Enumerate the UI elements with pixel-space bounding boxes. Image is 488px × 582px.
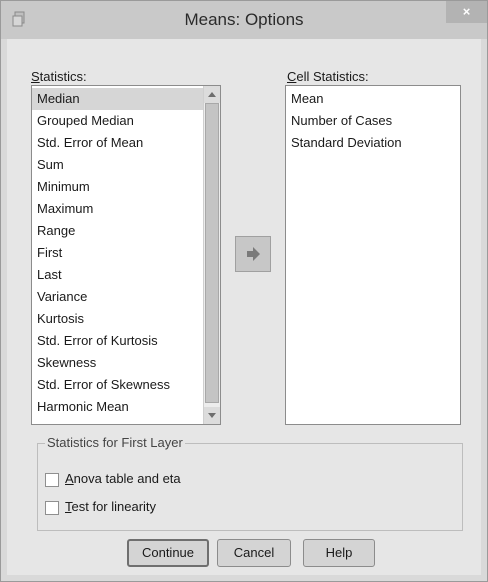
close-icon: × xyxy=(462,4,471,19)
right-arrow-icon xyxy=(247,247,260,261)
scroll-thumb[interactable] xyxy=(205,103,219,403)
cancel-button[interactable]: Cancel xyxy=(217,539,291,567)
statistics-list-item[interactable]: Skewness xyxy=(32,352,203,374)
statistics-list-item[interactable]: Std. Error of Mean xyxy=(32,132,203,154)
statistics-list-item[interactable]: Sum xyxy=(32,154,203,176)
scroll-up-button[interactable] xyxy=(204,86,220,103)
statistics-list-item[interactable]: Minimum xyxy=(32,176,203,198)
continue-button[interactable]: Continue xyxy=(127,539,209,567)
scroll-down-button[interactable] xyxy=(204,407,220,424)
first-layer-groupbox xyxy=(37,443,463,531)
statistics-list-item[interactable]: Kurtosis xyxy=(32,308,203,330)
cell-statistics-listbox[interactable]: Mean Number of Cases Standard Deviation xyxy=(285,85,461,425)
statistics-list-item[interactable]: Range xyxy=(32,220,203,242)
window-title: Means: Options xyxy=(184,10,304,29)
help-button[interactable]: Help xyxy=(303,539,375,567)
statistics-list-item[interactable]: First xyxy=(32,242,203,264)
chevron-down-icon xyxy=(208,413,216,418)
cell-statistics-list-item[interactable]: Mean xyxy=(286,88,459,110)
chevron-up-icon xyxy=(208,92,216,97)
anova-label[interactable]: Anova table and eta xyxy=(65,471,181,486)
cell-statistics-label: Cell Statistics: xyxy=(287,69,369,84)
move-to-cell-statistics-button[interactable] xyxy=(235,236,271,272)
statistics-list-item[interactable]: Median xyxy=(32,88,203,110)
statistics-label: Statistics: xyxy=(31,69,87,84)
close-button[interactable]: × xyxy=(446,1,487,23)
statistics-list-item[interactable]: Variance xyxy=(32,286,203,308)
linearity-label[interactable]: Test for linearity xyxy=(65,499,156,514)
statistics-scrollbar[interactable] xyxy=(203,86,220,424)
title-bar[interactable]: Means: Options × xyxy=(1,1,487,39)
anova-checkbox[interactable] xyxy=(45,473,59,487)
statistics-list-item[interactable]: Std. Error of Kurtosis xyxy=(32,330,203,352)
cell-statistics-list-item[interactable]: Standard Deviation xyxy=(286,132,459,154)
first-layer-title: Statistics for First Layer xyxy=(45,435,185,450)
statistics-list-item[interactable]: Std. Error of Skewness xyxy=(32,374,203,396)
dialog-window: Means: Options × Statistics: Median Grou… xyxy=(0,0,488,582)
dialog-client-area: Statistics: Median Grouped Median Std. Err… xyxy=(7,39,481,575)
statistics-list-item[interactable]: Maximum xyxy=(32,198,203,220)
statistics-listbox[interactable]: Median Grouped Median Std. Error of Mean Su… xyxy=(31,85,221,425)
statistics-list-item[interactable]: Last xyxy=(32,264,203,286)
statistics-list-item[interactable]: Grouped Median xyxy=(32,110,203,132)
linearity-checkbox[interactable] xyxy=(45,501,59,515)
statistics-list-item[interactable]: Harmonic Mean xyxy=(32,396,203,418)
cell-statistics-list-item[interactable]: Number of Cases xyxy=(286,110,459,132)
